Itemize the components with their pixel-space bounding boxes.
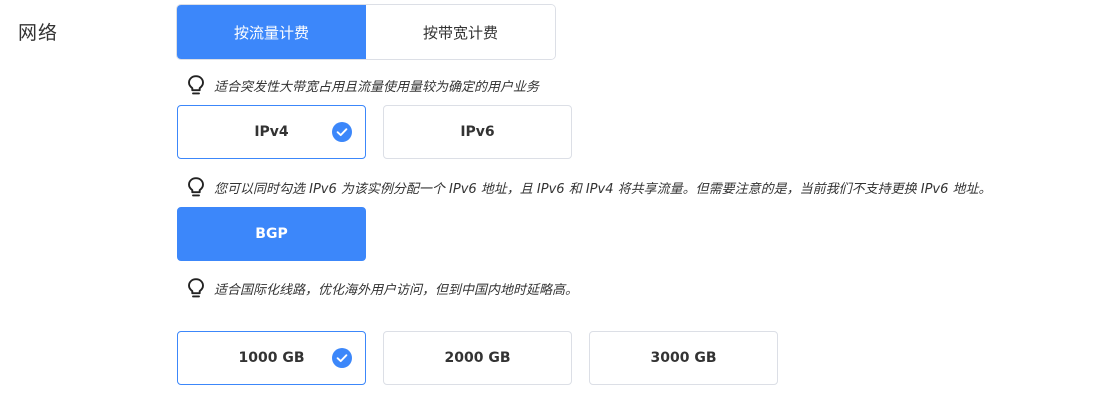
check-circle-icon: [332, 122, 352, 142]
traffic-option-2000gb[interactable]: 2000 GB: [383, 331, 572, 385]
billing-hint-text: 适合突发性大带宽占用且流量使用量较为确定的用户业务: [214, 79, 540, 95]
line-option-bgp[interactable]: BGP: [177, 207, 366, 261]
network-label: 网络: [18, 22, 59, 44]
lightbulb-icon: [188, 278, 204, 298]
billing-mode-selector: 按流量计费 按带宽计费: [176, 4, 556, 60]
ip-version-hint: 您可以同时勾选 IPv6 为该实例分配一个 IPv6 地址，且 IPv6 和 I…: [186, 176, 992, 198]
lightbulb-icon: [188, 75, 204, 95]
ip-option-ipv4-label: IPv4: [254, 124, 289, 140]
ip-version-hint-text: 您可以同时勾选 IPv6 为该实例分配一个 IPv6 地址，且 IPv6 和 I…: [214, 181, 992, 197]
lightbulb-icon: [188, 177, 204, 197]
ip-option-ipv6-label: IPv6: [460, 124, 495, 140]
billing-hint: 适合突发性大带宽占用且流量使用量较为确定的用户业务: [186, 74, 539, 96]
traffic-option-3000gb-label: 3000 GB: [650, 350, 717, 366]
ip-option-ipv6[interactable]: IPv6: [383, 105, 572, 159]
traffic-option-3000gb[interactable]: 3000 GB: [589, 331, 778, 385]
line-hint: 适合国际化线路，优化海外用户访问，但到中国内地时延略高。: [186, 277, 578, 299]
line-hint-text: 适合国际化线路，优化海外用户访问，但到中国内地时延略高。: [214, 282, 579, 298]
line-option-bgp-label: BGP: [255, 226, 288, 242]
traffic-option-1000gb[interactable]: 1000 GB: [177, 331, 366, 385]
traffic-option-1000gb-label: 1000 GB: [238, 350, 305, 366]
billing-option-traffic[interactable]: 按流量计费: [177, 5, 366, 59]
check-circle-icon: [332, 348, 352, 368]
ip-option-ipv4[interactable]: IPv4: [177, 105, 366, 159]
billing-option-bandwidth[interactable]: 按带宽计费: [366, 5, 555, 59]
traffic-option-2000gb-label: 2000 GB: [444, 350, 511, 366]
